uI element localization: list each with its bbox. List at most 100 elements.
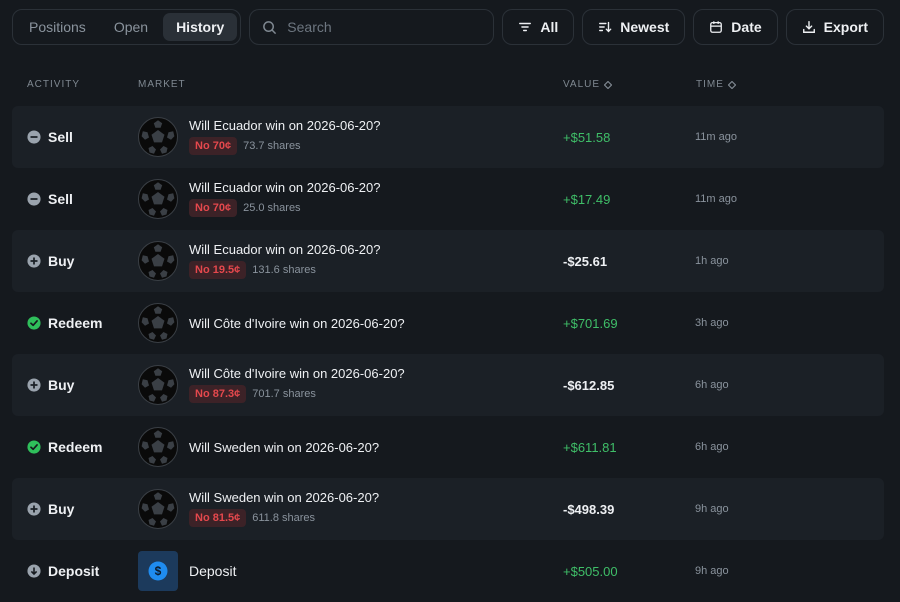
outcome-badge: No 87.3¢ bbox=[189, 385, 247, 403]
activity-cell: Sell bbox=[27, 106, 73, 168]
search-icon bbox=[262, 20, 277, 35]
minus-circle-icon bbox=[27, 192, 41, 206]
arrow-down-circle-icon bbox=[27, 564, 41, 578]
export-label: Export bbox=[823, 19, 868, 35]
table-row[interactable]: Redeem Will Sweden win on 2026-06-20? +$61… bbox=[12, 416, 884, 478]
history-table: Sell Will Ecuador win on 2026-06-20? No 70… bbox=[12, 106, 884, 602]
svg-text:$: $ bbox=[155, 564, 162, 578]
minus-circle-icon bbox=[27, 130, 41, 144]
activity-label: Deposit bbox=[48, 563, 100, 579]
deposit-thumbnail: $ bbox=[138, 551, 178, 591]
market-details: No 81.5¢ 611.8 shares bbox=[189, 509, 315, 527]
column-activity: ACTIVITY bbox=[27, 79, 81, 90]
tab-history[interactable]: History bbox=[163, 13, 238, 41]
tab-open[interactable]: Open bbox=[101, 13, 161, 41]
table-row[interactable]: Sell Will Ecuador win on 2026-06-20? No 70… bbox=[12, 106, 884, 168]
check-circle-icon bbox=[27, 440, 41, 454]
value-text: +$51.58 bbox=[563, 129, 611, 145]
sort-button[interactable]: Newest bbox=[582, 9, 686, 45]
shares-text: 701.7 shares bbox=[252, 388, 316, 400]
outcome-badge: No 19.5¢ bbox=[189, 261, 247, 279]
shares-text: 73.7 shares bbox=[243, 140, 301, 152]
market-details: No 19.5¢ 131.6 shares bbox=[189, 261, 316, 279]
market-title[interactable]: Will Côte d'Ivoire win on 2026-06-20? bbox=[189, 366, 405, 381]
time-text: 11m ago bbox=[695, 131, 737, 143]
search-input[interactable] bbox=[287, 19, 482, 35]
soccer-ball-icon bbox=[138, 365, 178, 405]
tab-group: Positions Open History bbox=[12, 9, 242, 45]
market-title[interactable]: Will Côte d'Ivoire win on 2026-06-20? bbox=[189, 292, 405, 354]
time-text: 6h ago bbox=[695, 379, 729, 391]
value-text: -$498.39 bbox=[563, 501, 615, 517]
activity-label: Sell bbox=[48, 191, 73, 207]
toolbar: Positions Open History All Newest bbox=[12, 9, 884, 45]
value-text: -$612.85 bbox=[563, 377, 615, 393]
column-time[interactable]: TIME bbox=[696, 79, 736, 90]
activity-cell: Buy bbox=[27, 478, 74, 540]
market-title[interactable]: Deposit bbox=[189, 540, 236, 602]
filter-label: All bbox=[540, 19, 559, 35]
time-text: 9h ago bbox=[695, 565, 729, 577]
time-text: 9h ago bbox=[695, 503, 729, 515]
table-row[interactable]: Buy Will Ecuador win on 2026-06-20? No 19.… bbox=[12, 230, 884, 292]
table-row[interactable]: Buy Will Côte d'Ivoire win on 2026-06-20?… bbox=[12, 354, 884, 416]
soccer-ball-icon bbox=[138, 117, 178, 157]
outcome-badge: No 70¢ bbox=[189, 137, 238, 155]
table-row[interactable]: Buy Will Sweden win on 2026-06-20? No 81.5… bbox=[12, 478, 884, 540]
search-box[interactable] bbox=[249, 9, 495, 45]
time-text: 6h ago bbox=[695, 441, 729, 453]
activity-label: Redeem bbox=[48, 439, 103, 455]
value-text: +$17.49 bbox=[563, 191, 611, 207]
plus-circle-icon bbox=[27, 378, 41, 392]
outcome-badge: No 81.5¢ bbox=[189, 509, 247, 527]
soccer-ball-icon bbox=[138, 179, 178, 219]
market-title[interactable]: Will Ecuador win on 2026-06-20? bbox=[189, 118, 381, 133]
soccer-ball-icon bbox=[138, 427, 178, 467]
time-text: 11m ago bbox=[695, 193, 737, 205]
activity-cell: Buy bbox=[27, 354, 74, 416]
market-title[interactable]: Will Ecuador win on 2026-06-20? bbox=[189, 180, 381, 195]
market-title[interactable]: Will Sweden win on 2026-06-20? bbox=[189, 490, 379, 505]
value-text: -$25.61 bbox=[563, 253, 608, 269]
column-market: MARKET bbox=[138, 79, 186, 90]
outcome-badge: No 70¢ bbox=[189, 199, 238, 217]
market-title[interactable]: Will Sweden win on 2026-06-20? bbox=[189, 416, 379, 478]
activity-cell: Sell bbox=[27, 168, 73, 230]
check-circle-icon bbox=[27, 316, 41, 330]
activity-label: Sell bbox=[48, 129, 73, 145]
dollar-coin-icon: $ bbox=[148, 561, 168, 581]
sort-diamond-icon bbox=[604, 80, 613, 89]
table-row[interactable]: Deposit $ Deposit +$505.00 9h ago bbox=[12, 540, 884, 602]
date-label: Date bbox=[731, 19, 762, 35]
activity-cell: Redeem bbox=[27, 416, 102, 478]
time-text: 3h ago bbox=[695, 317, 729, 329]
market-details: No 87.3¢ 701.7 shares bbox=[189, 385, 316, 403]
activity-label: Buy bbox=[48, 501, 75, 517]
plus-circle-icon bbox=[27, 502, 41, 516]
filter-icon bbox=[518, 20, 532, 34]
time-text: 1h ago bbox=[695, 255, 729, 267]
table-header: ACTIVITY MARKET VALUE TIME bbox=[0, 74, 900, 94]
plus-circle-icon bbox=[27, 254, 41, 268]
value-text: +$701.69 bbox=[563, 315, 618, 331]
calendar-icon bbox=[709, 20, 723, 34]
column-value[interactable]: VALUE bbox=[563, 79, 613, 90]
download-icon bbox=[802, 20, 816, 34]
market-details: No 70¢ 73.7 shares bbox=[189, 137, 301, 155]
value-text: +$611.81 bbox=[563, 439, 617, 455]
filter-button[interactable]: All bbox=[502, 9, 575, 45]
sort-icon bbox=[598, 20, 612, 34]
table-row[interactable]: Redeem Will Côte d'Ivoire win on 2026-06-… bbox=[12, 292, 884, 354]
tab-positions[interactable]: Positions bbox=[16, 13, 99, 41]
activity-cell: Redeem bbox=[27, 292, 102, 354]
table-row[interactable]: Sell Will Ecuador win on 2026-06-20? No 70… bbox=[12, 168, 884, 230]
activity-cell: Buy bbox=[27, 230, 74, 292]
export-button[interactable]: Export bbox=[785, 9, 884, 45]
sort-label: Newest bbox=[620, 19, 670, 35]
shares-text: 131.6 shares bbox=[252, 264, 316, 276]
soccer-ball-icon bbox=[138, 241, 178, 281]
market-title[interactable]: Will Ecuador win on 2026-06-20? bbox=[189, 242, 381, 257]
soccer-ball-icon bbox=[138, 489, 178, 529]
market-details: No 70¢ 25.0 shares bbox=[189, 199, 301, 217]
date-button[interactable]: Date bbox=[693, 9, 778, 45]
